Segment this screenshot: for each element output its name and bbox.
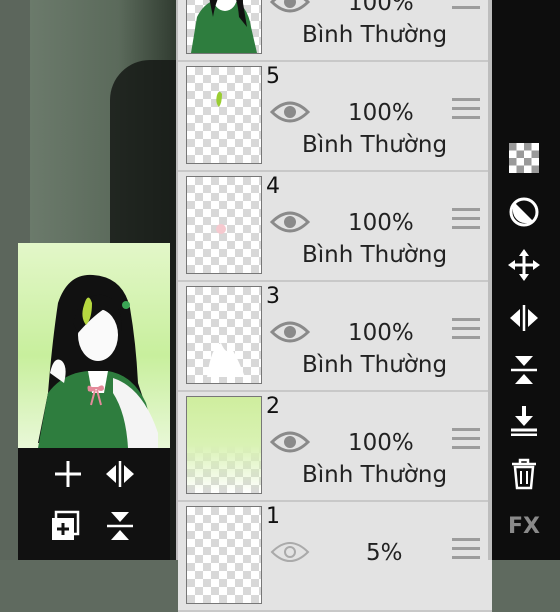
layer-number: 3	[266, 284, 280, 309]
layer-blend-mode[interactable]: Bình Thường	[302, 462, 447, 488]
fx-label: FX	[508, 513, 540, 539]
layer-opacity[interactable]: 100%	[348, 210, 414, 236]
left-tools-panel	[18, 448, 170, 560]
layer-row[interactable]: 1 5%	[178, 502, 492, 612]
layer-blend-mode[interactable]: Bình Thường	[302, 352, 447, 378]
layer-number: 1	[266, 504, 280, 529]
flip-vertical-icon[interactable]	[500, 348, 548, 392]
drag-handle-icon[interactable]	[452, 538, 480, 564]
visibility-eye-icon[interactable]	[270, 538, 310, 566]
gradient-fill	[187, 397, 261, 493]
layer-blend-mode[interactable]: Bình Thường	[302, 132, 447, 158]
move-icon[interactable]	[500, 243, 548, 287]
layers-panel: 100% Bình Thường 5 100% Bình Thường 4 10…	[176, 0, 492, 612]
drag-handle-icon[interactable]	[452, 0, 480, 14]
layer-thumbnail[interactable]	[186, 396, 262, 494]
drag-handle-icon[interactable]	[452, 428, 480, 454]
checker-icon[interactable]	[500, 136, 548, 180]
plus-icon[interactable]	[48, 454, 88, 494]
right-toolbar: FX	[492, 0, 560, 560]
drag-handle-icon[interactable]	[452, 98, 480, 124]
layer-opacity[interactable]: 100%	[348, 100, 414, 126]
visibility-eye-icon[interactable]	[269, 98, 311, 126]
layer-thumbnail[interactable]	[186, 0, 262, 54]
trash-icon[interactable]	[500, 452, 548, 496]
layer-blend-mode[interactable]: Bình Thường	[302, 242, 447, 268]
layer-opacity[interactable]: 100%	[348, 320, 414, 346]
layer-opacity[interactable]: 100%	[348, 0, 414, 16]
flip-vertical-icon[interactable]	[100, 506, 140, 546]
layer-thumbnail[interactable]	[186, 66, 262, 164]
layer-number: 4	[266, 174, 280, 199]
visibility-eye-icon[interactable]	[269, 0, 311, 16]
layer-number: 2	[266, 394, 280, 419]
layer-row[interactable]: 3 100% Bình Thường	[178, 282, 492, 392]
flip-horizontal-icon[interactable]	[500, 296, 548, 340]
layer-row[interactable]: 4 100% Bình Thường	[178, 172, 492, 282]
navigator-preview[interactable]	[18, 243, 170, 448]
layer-blend-mode[interactable]: Bình Thường	[302, 22, 447, 48]
layer-opacity[interactable]: 5%	[366, 540, 403, 566]
drag-handle-icon[interactable]	[452, 208, 480, 234]
layer-thumbnail[interactable]	[186, 176, 262, 274]
visibility-eye-icon[interactable]	[269, 208, 311, 236]
visibility-eye-icon[interactable]	[269, 318, 311, 346]
add-layer-icon[interactable]	[46, 506, 86, 546]
layer-thumbnail[interactable]	[186, 506, 262, 604]
visibility-eye-icon[interactable]	[269, 428, 311, 456]
layer-row[interactable]: 2 100% Bình Thường	[178, 392, 492, 502]
layer-thumbnail[interactable]	[186, 286, 262, 384]
preview-character-image	[38, 274, 158, 448]
layer-row[interactable]: 5 100% Bình Thường	[178, 62, 492, 172]
layer-opacity[interactable]: 100%	[348, 430, 414, 456]
merge-down-icon[interactable]	[500, 398, 548, 442]
contrast-icon[interactable]	[500, 190, 548, 234]
layer-number: 5	[266, 64, 280, 89]
fx-icon[interactable]: FX	[500, 504, 548, 548]
layer-row[interactable]: 100% Bình Thường	[178, 0, 492, 62]
flip-horizontal-icon[interactable]	[100, 454, 140, 494]
drag-handle-icon[interactable]	[452, 318, 480, 344]
